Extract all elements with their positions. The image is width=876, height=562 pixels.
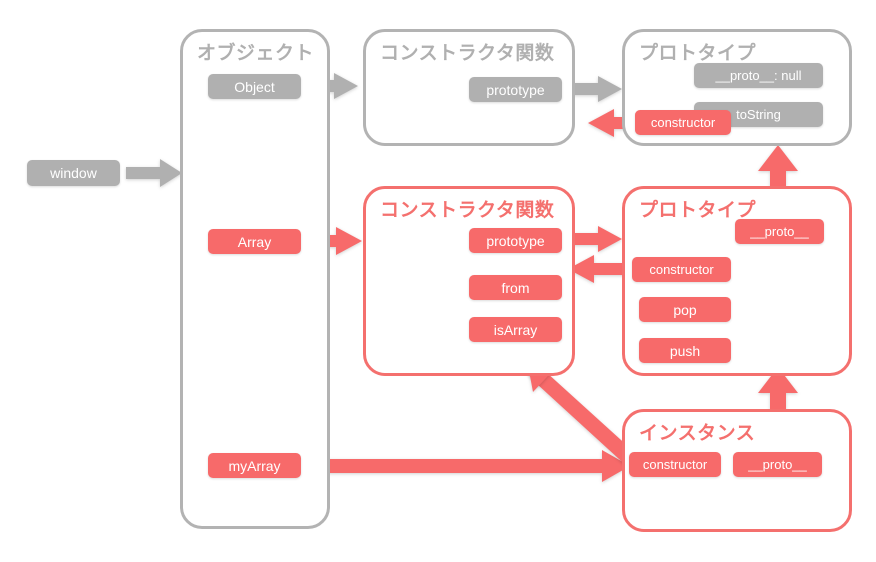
arrow-window-to-object <box>126 159 182 187</box>
pill-array-constructor-isarray-label: isArray <box>493 321 538 338</box>
group-array-prototype-title: プロトタイプ <box>639 200 757 221</box>
pill-myarray[interactable]: myArray <box>208 453 301 478</box>
group-array-constructor-title: コンストラクタ関数 <box>380 200 555 221</box>
pill-object[interactable]: Object <box>208 74 301 99</box>
pill-instance-proto[interactable]: __proto__ <box>733 452 822 477</box>
group-instance-title: インスタンス <box>639 423 756 444</box>
pill-instance-constructor[interactable]: constructor <box>629 452 721 477</box>
group-object-prototype-title: プロトタイプ <box>639 43 757 64</box>
pill-object-constructor-prototype-label: prototype <box>486 81 545 98</box>
pill-array-prototype-pop[interactable]: pop <box>639 297 731 322</box>
pill-array-constructor-from-label: from <box>501 279 530 296</box>
group-object-title: オブジェクト <box>197 43 315 64</box>
pill-array-label: Array <box>237 233 272 250</box>
pill-window-label: window <box>50 165 97 181</box>
pill-array-prototype-push[interactable]: push <box>639 338 731 363</box>
pill-array-prototype-proto[interactable]: __proto__ <box>735 219 824 244</box>
pill-array[interactable]: Array <box>208 229 301 254</box>
pill-instance-constructor-label: constructor <box>642 457 708 472</box>
pill-array-prototype-push-label: push <box>669 342 701 359</box>
pill-object-prototype-proto-null[interactable]: __proto__: null <box>694 63 823 88</box>
pill-object-prototype-constructor-label: constructor <box>650 115 716 130</box>
pill-instance-proto-label: __proto__ <box>748 457 807 472</box>
pill-window[interactable]: window <box>27 160 120 186</box>
pill-object-constructor-prototype[interactable]: prototype <box>469 77 562 102</box>
pill-myarray-label: myArray <box>228 457 281 474</box>
pill-array-prototype-pop-label: pop <box>673 301 697 318</box>
pill-array-constructor-prototype[interactable]: prototype <box>469 228 562 253</box>
pill-array-prototype-proto-label: __proto__ <box>750 224 809 239</box>
pill-array-constructor-from[interactable]: from <box>469 275 562 300</box>
pill-object-prototype-constructor[interactable]: constructor <box>635 110 731 135</box>
group-object-constructor-title: コンストラクタ関数 <box>380 43 555 64</box>
pill-object-prototype-proto-null-label: __proto__: null <box>715 68 802 83</box>
arrow-myarray-to-instance <box>300 450 630 482</box>
pill-object-prototype-tostring-label: toString <box>736 107 781 122</box>
pill-array-constructor-isarray[interactable]: isArray <box>469 317 562 342</box>
pill-object-label: Object <box>234 78 275 95</box>
pill-array-prototype-constructor-label: constructor <box>649 262 714 277</box>
pill-array-constructor-prototype-label: prototype <box>486 232 545 249</box>
diagram-canvas: オブジェクト Object Array myArray window コンストラ… <box>0 0 876 562</box>
pill-array-prototype-constructor[interactable]: constructor <box>632 257 731 282</box>
